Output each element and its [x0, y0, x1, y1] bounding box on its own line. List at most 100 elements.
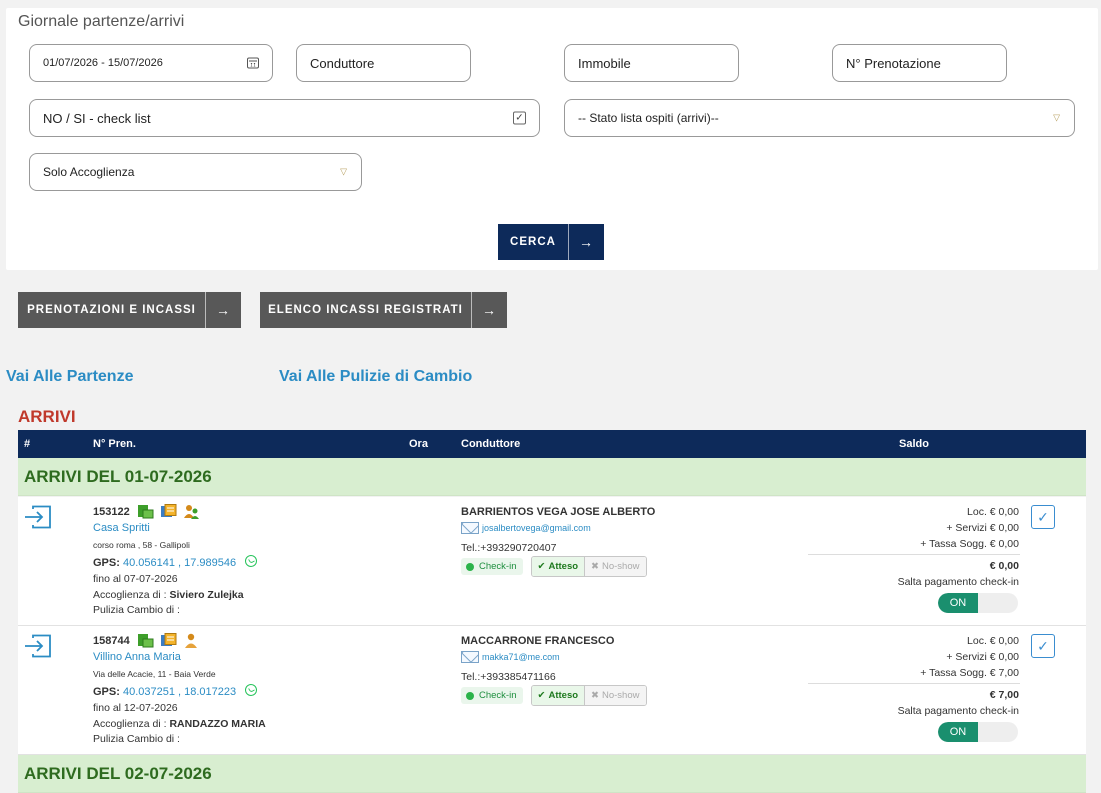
checkin-arrow-icon[interactable]	[24, 505, 52, 529]
row-icons	[137, 633, 200, 648]
check-icon: ✔	[537, 690, 546, 701]
saldo-loc: Loc. € 0,00	[967, 506, 1019, 518]
vai-partenze-link[interactable]: Vai Alle Partenze	[6, 368, 133, 386]
guests-icon[interactable]	[183, 633, 200, 648]
property-name-link[interactable]: Casa Spritti	[93, 522, 150, 534]
saldo-tassa: + Tassa Sogg. € 7,00	[920, 667, 1019, 679]
search-button[interactable]: CERCA →	[498, 224, 604, 260]
accoglienza-line: Accoglienza di : RANDAZZO MARIA	[93, 718, 266, 730]
filter-card: Giornale partenze/arrivi 01/07/2026 - 15…	[6, 8, 1098, 270]
email-link[interactable]: josalbertovega@gmail.com	[461, 522, 591, 534]
conduttore-placeholder: Conduttore	[310, 55, 375, 71]
status-dot-icon	[466, 562, 474, 571]
checkin-label: Check-in	[479, 690, 517, 701]
email-link[interactable]: makka71@me.com	[461, 651, 560, 663]
checkin-arrow-icon[interactable]	[24, 634, 52, 658]
status-dot-icon	[466, 691, 474, 700]
documents-icon[interactable]	[160, 504, 177, 519]
telephone: Tel.:+393385471166	[461, 671, 556, 683]
saldo-servizi: + Servizi € 0,00	[946, 651, 1019, 663]
page-title: Giornale partenze/arrivi	[18, 13, 185, 30]
saldo-servizi: + Servizi € 0,00	[946, 522, 1019, 534]
accoglienza-label: Accoglienza di :	[93, 718, 167, 730]
arrival-status-toggle: ✔ Atteso ✖ No-show	[530, 685, 647, 706]
checkin-badge[interactable]: Check-in	[461, 558, 523, 575]
date-range-input[interactable]: 01/07/2026 - 15/07/2026	[29, 44, 273, 82]
checklist-select[interactable]: NO / SI - check list ✓	[29, 99, 540, 137]
checkbox-icon: ✓	[513, 111, 526, 125]
dropdown-arrow-icon: ▽	[340, 166, 347, 177]
accoglienza-name: Siviero Zulejka	[169, 589, 244, 601]
property-address: Via delle Acacie, 11 - Baia Verde	[93, 669, 216, 679]
accoglienza-select[interactable]: Solo Accoglienza ▽	[29, 153, 362, 191]
checkin-badge[interactable]: Check-in	[461, 687, 523, 704]
status-badges: Check-in ✔ Atteso ✖ No-show	[461, 556, 647, 577]
salta-pagamento-label: Salta pagamento check-in	[897, 705, 1019, 717]
noshow-button[interactable]: ✖ No-show	[585, 557, 646, 576]
atteso-button[interactable]: ✔ Atteso	[531, 557, 586, 576]
checklist-value: NO / SI - check list	[43, 110, 151, 126]
col-hash: #	[24, 438, 31, 450]
saldo-tassa: + Tassa Sogg. € 0,00	[920, 538, 1019, 550]
arrivi-title: ARRIVI	[18, 407, 76, 426]
conduttore-name: BARRIENTOS VEGA JOSE ALBERTO	[461, 506, 656, 518]
telephone: Tel.:+393290720407	[461, 542, 557, 554]
prenotazione-input[interactable]: N° Prenotazione	[832, 44, 1007, 82]
gps-line: GPS: 40.056141 , 17.989546	[93, 555, 258, 569]
saldo-loc: Loc. € 0,00	[967, 635, 1019, 647]
date-range-value: 01/07/2026 - 15/07/2026	[43, 57, 163, 69]
prenotazione-number[interactable]: 153122	[93, 506, 130, 518]
col-saldo: Saldo	[899, 438, 929, 450]
atteso-button[interactable]: ✔ Atteso	[531, 686, 586, 705]
atteso-label: Atteso	[548, 561, 579, 572]
payment-icon[interactable]	[137, 504, 154, 519]
checkin-label: Check-in	[479, 561, 517, 572]
property-name-link[interactable]: Villino Anna Maria	[93, 651, 181, 663]
guests-icon[interactable]	[183, 504, 200, 519]
check-icon: ✔	[537, 561, 546, 572]
email-text[interactable]: josalbertovega@gmail.com	[482, 523, 591, 533]
fino-date: fino al 12-07-2026	[93, 702, 178, 714]
table-row: 158744 Villino Anna Maria Via delle Acac…	[18, 626, 1086, 755]
search-button-label: CERCA	[510, 236, 556, 248]
payment-icon[interactable]	[137, 633, 154, 648]
gps-coords-link[interactable]: 40.056141 , 17.989546	[123, 557, 236, 569]
prenotazione-number[interactable]: 158744	[93, 635, 130, 647]
conduttore-input[interactable]: Conduttore	[296, 44, 471, 82]
arrow-right-icon: →	[471, 292, 507, 328]
email-text[interactable]: makka71@me.com	[482, 652, 560, 662]
stato-lista-value: -- Stato lista ospiti (arrivi)--	[578, 111, 719, 125]
col-conduttore: Conduttore	[461, 438, 521, 450]
stato-lista-select[interactable]: -- Stato lista ospiti (arrivi)-- ▽	[564, 99, 1075, 137]
user-slash-icon: ✖	[591, 690, 599, 701]
gps-coords-link[interactable]: 40.037251 , 18.017223	[123, 686, 236, 698]
row-icons	[137, 504, 200, 519]
row-checkbox[interactable]: ✓	[1031, 505, 1055, 529]
prenotazione-placeholder: N° Prenotazione	[846, 55, 941, 71]
arrow-right-icon: →	[568, 224, 604, 260]
immobile-placeholder: Immobile	[578, 55, 631, 71]
col-ora: Ora	[409, 438, 428, 450]
salta-pagamento-toggle[interactable]: ON	[938, 593, 1018, 613]
elenco-incassi-button[interactable]: ELENCO INCASSI REGISTRATI →	[260, 292, 507, 328]
whatsapp-icon[interactable]	[245, 684, 258, 696]
noshow-button[interactable]: ✖ No-show	[585, 686, 646, 705]
atteso-label: Atteso	[548, 690, 579, 701]
arrival-status-toggle: ✔ Atteso ✖ No-show	[530, 556, 647, 577]
documents-icon[interactable]	[160, 633, 177, 648]
saldo-total: € 7,00	[989, 689, 1019, 701]
col-pren: N° Pren.	[93, 438, 136, 450]
noshow-label: No-show	[602, 561, 640, 572]
group-header: ARRIVI DEL 02-07-2026	[18, 755, 1086, 793]
whatsapp-icon[interactable]	[245, 555, 258, 567]
property-address: corso roma , 58 - Gallipoli	[93, 540, 190, 550]
accoglienza-label: Accoglienza di :	[93, 589, 167, 601]
arrow-right-icon: →	[205, 292, 241, 328]
prenotazioni-incassi-button[interactable]: PRENOTAZIONI E INCASSI →	[18, 292, 241, 328]
salta-pagamento-toggle[interactable]: ON	[938, 722, 1018, 742]
row-checkbox[interactable]: ✓	[1031, 634, 1055, 658]
vai-pulizie-link[interactable]: Vai Alle Pulizie di Cambio	[279, 368, 472, 386]
arrivi-table-header: # N° Pren. Ora Conduttore Saldo	[18, 430, 1086, 458]
immobile-input[interactable]: Immobile	[564, 44, 739, 82]
calendar-icon[interactable]	[247, 57, 259, 69]
